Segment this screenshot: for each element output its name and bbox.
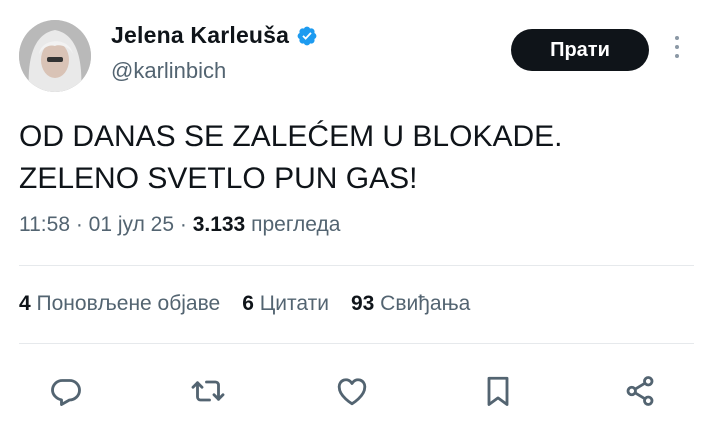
tweet-line: OD DANAS SE ZALEĆEM U BLOKADE.: [19, 120, 563, 153]
quotes-count: 6: [242, 292, 254, 315]
meta-separator: ·: [70, 213, 89, 236]
reply-icon[interactable]: [48, 373, 84, 409]
follow-button[interactable]: Прати: [511, 29, 649, 71]
engagement-stats: 4 Поновљене објаве 6 Цитати 93 Свиђања: [19, 292, 492, 316]
avatar[interactable]: [19, 20, 91, 92]
reposts-label: Поновљене објаве: [36, 292, 221, 315]
tweet-text: OD DANAS SE ZALEĆEM U BLOKADE. ZELENO SV…: [19, 116, 562, 200]
more-options-icon[interactable]: [670, 36, 684, 64]
verified-badge-icon: [296, 25, 318, 47]
divider: [19, 265, 694, 266]
quotes-label: Цитати: [259, 292, 329, 315]
likes-label: Свиђања: [380, 292, 471, 315]
action-bar: [0, 373, 706, 409]
divider: [19, 343, 694, 344]
heart-icon[interactable]: [334, 373, 370, 409]
quotes-stat[interactable]: 6 Цитати: [242, 292, 329, 316]
tweet-time[interactable]: 11:58: [19, 213, 70, 236]
repost-icon[interactable]: [190, 373, 226, 409]
views-count[interactable]: 3.133: [193, 213, 246, 236]
share-icon[interactable]: [622, 373, 658, 409]
tweet-date[interactable]: 01 јул 25: [89, 213, 174, 236]
reposts-count: 4: [19, 292, 31, 315]
tweet-line: ZELENO SVETLO PUN GAS!: [19, 162, 418, 195]
display-name[interactable]: Jelena Karleuša: [111, 22, 289, 49]
meta-separator: ·: [174, 213, 193, 236]
bookmark-icon[interactable]: [480, 373, 516, 409]
reposts-stat[interactable]: 4 Поновљене објаве: [19, 292, 220, 316]
tweet-meta: 11:58 · 01 јул 25 · 3.133 прегледа: [19, 213, 340, 237]
likes-count: 93: [350, 292, 375, 315]
likes-stat[interactable]: 93 Свиђања: [351, 292, 470, 316]
views-label: прегледа: [245, 213, 341, 236]
handle[interactable]: @karlinbich: [111, 58, 226, 84]
